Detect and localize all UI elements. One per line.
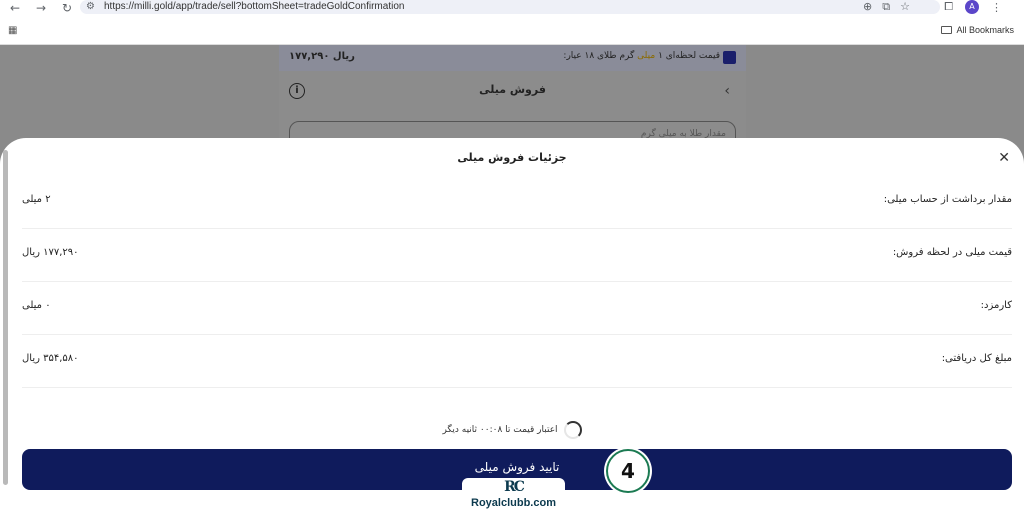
watermark: RC Royalclubb.com	[462, 478, 565, 512]
avatar[interactable]: A	[965, 0, 979, 14]
site-info-icon[interactable]: ⚙	[86, 1, 95, 12]
cast-icon[interactable]: ⧉	[882, 0, 890, 14]
confirmation-bottom-sheet: جزئیات فروش میلی ✕ مقدار برداشت از حساب …	[0, 138, 1024, 512]
browser-chrome: ← → ↻ ⚙ https://milli.gold/app/trade/sel…	[0, 0, 1024, 45]
price-validity-timer: اعتبار قیمت تا ۰۰:۰۸ ثانیه دیگر	[0, 421, 1024, 439]
all-bookmarks[interactable]: All Bookmarks	[941, 25, 1014, 35]
browser-toolbar-right: ⧠ A ⋮	[944, 0, 1002, 14]
row-value: ۱۷۷,۲۹۰ ریال	[22, 247, 79, 258]
all-bookmarks-label: All Bookmarks	[956, 25, 1014, 35]
price-label: قیمت لحظه‌ای ۱ میلی گرم طلای ۱۸ عیار:	[563, 51, 720, 61]
page-title: فروش میلی	[479, 83, 546, 96]
detail-row-price: قیمت میلی در لحظه فروش: ۱۷۷,۲۹۰ ریال	[22, 229, 1012, 282]
detail-row-withdraw: مقدار برداشت از حساب میلی: ۲ میلی	[22, 176, 1012, 229]
price-value: ۱۷۷,۲۹۰ ریال	[289, 51, 355, 62]
url-text[interactable]: https://milli.gold/app/trade/sell?bottom…	[104, 0, 404, 14]
price-label-brand: میلی	[637, 51, 656, 61]
step-number-badge: 4	[606, 449, 650, 493]
detail-row-fee: کارمزد: ۰ میلی	[22, 282, 1012, 335]
row-value: ۰ میلی	[22, 300, 51, 311]
brand-badge-icon	[723, 51, 736, 64]
bookmarks-bar: ▦ All Bookmarks	[0, 22, 1024, 42]
folder-icon	[941, 26, 953, 34]
countdown-spinner-icon	[563, 421, 582, 439]
price-label-prefix: قیمت لحظه‌ای ۱	[658, 51, 720, 61]
extensions-icon[interactable]: ⧠	[944, 0, 953, 14]
price-banner: ۱۷۷,۲۹۰ ریال قیمت لحظه‌ای ۱ میلی گرم طلا…	[279, 45, 746, 71]
close-icon[interactable]: ✕	[998, 150, 1010, 166]
watermark-logo: RC	[504, 479, 525, 495]
row-value: ۳۵۴,۵۸۰ ریال	[22, 353, 79, 364]
apps-icon[interactable]: ▦	[8, 25, 17, 36]
timer-text: اعتبار قیمت تا ۰۰:۰۸ ثانیه دیگر	[442, 425, 558, 435]
forward-icon[interactable]: →	[34, 1, 48, 15]
nav-buttons: ← → ↻	[8, 0, 74, 16]
back-icon[interactable]: ←	[8, 1, 22, 15]
row-label: مبلغ کل دریافتی:	[941, 353, 1012, 364]
address-bar[interactable]: ⚙ https://milli.gold/app/trade/sell?bott…	[80, 0, 940, 14]
address-bar-actions: ⊕ ⧉ ☆	[863, 0, 910, 14]
reload-icon[interactable]: ↻	[60, 1, 74, 15]
star-icon[interactable]: ☆	[900, 0, 910, 14]
chevron-left-icon[interactable]: ‹	[724, 83, 730, 99]
background-page: ۱۷۷,۲۹۰ ریال قیمت لحظه‌ای ۱ میلی گرم طلا…	[279, 45, 746, 149]
zoom-icon[interactable]: ⊕	[863, 0, 872, 14]
detail-row-total: مبلغ کل دریافتی: ۳۵۴,۵۸۰ ریال	[22, 335, 1012, 388]
row-label: کارمزد:	[980, 300, 1012, 311]
price-label-suffix: گرم طلای ۱۸ عیار:	[563, 51, 635, 61]
watermark-text: Royalclubb.com	[471, 497, 556, 509]
scrollbar[interactable]	[3, 150, 8, 485]
row-label: قیمت میلی در لحظه فروش:	[892, 247, 1012, 258]
row-label: مقدار برداشت از حساب میلی:	[883, 194, 1012, 205]
row-value: ۲ میلی	[22, 194, 51, 205]
sheet-title: جزئیات فروش میلی	[457, 151, 567, 164]
confirm-sell-label: تایید فروش میلی	[474, 460, 560, 474]
menu-icon[interactable]: ⋮	[991, 1, 1002, 14]
